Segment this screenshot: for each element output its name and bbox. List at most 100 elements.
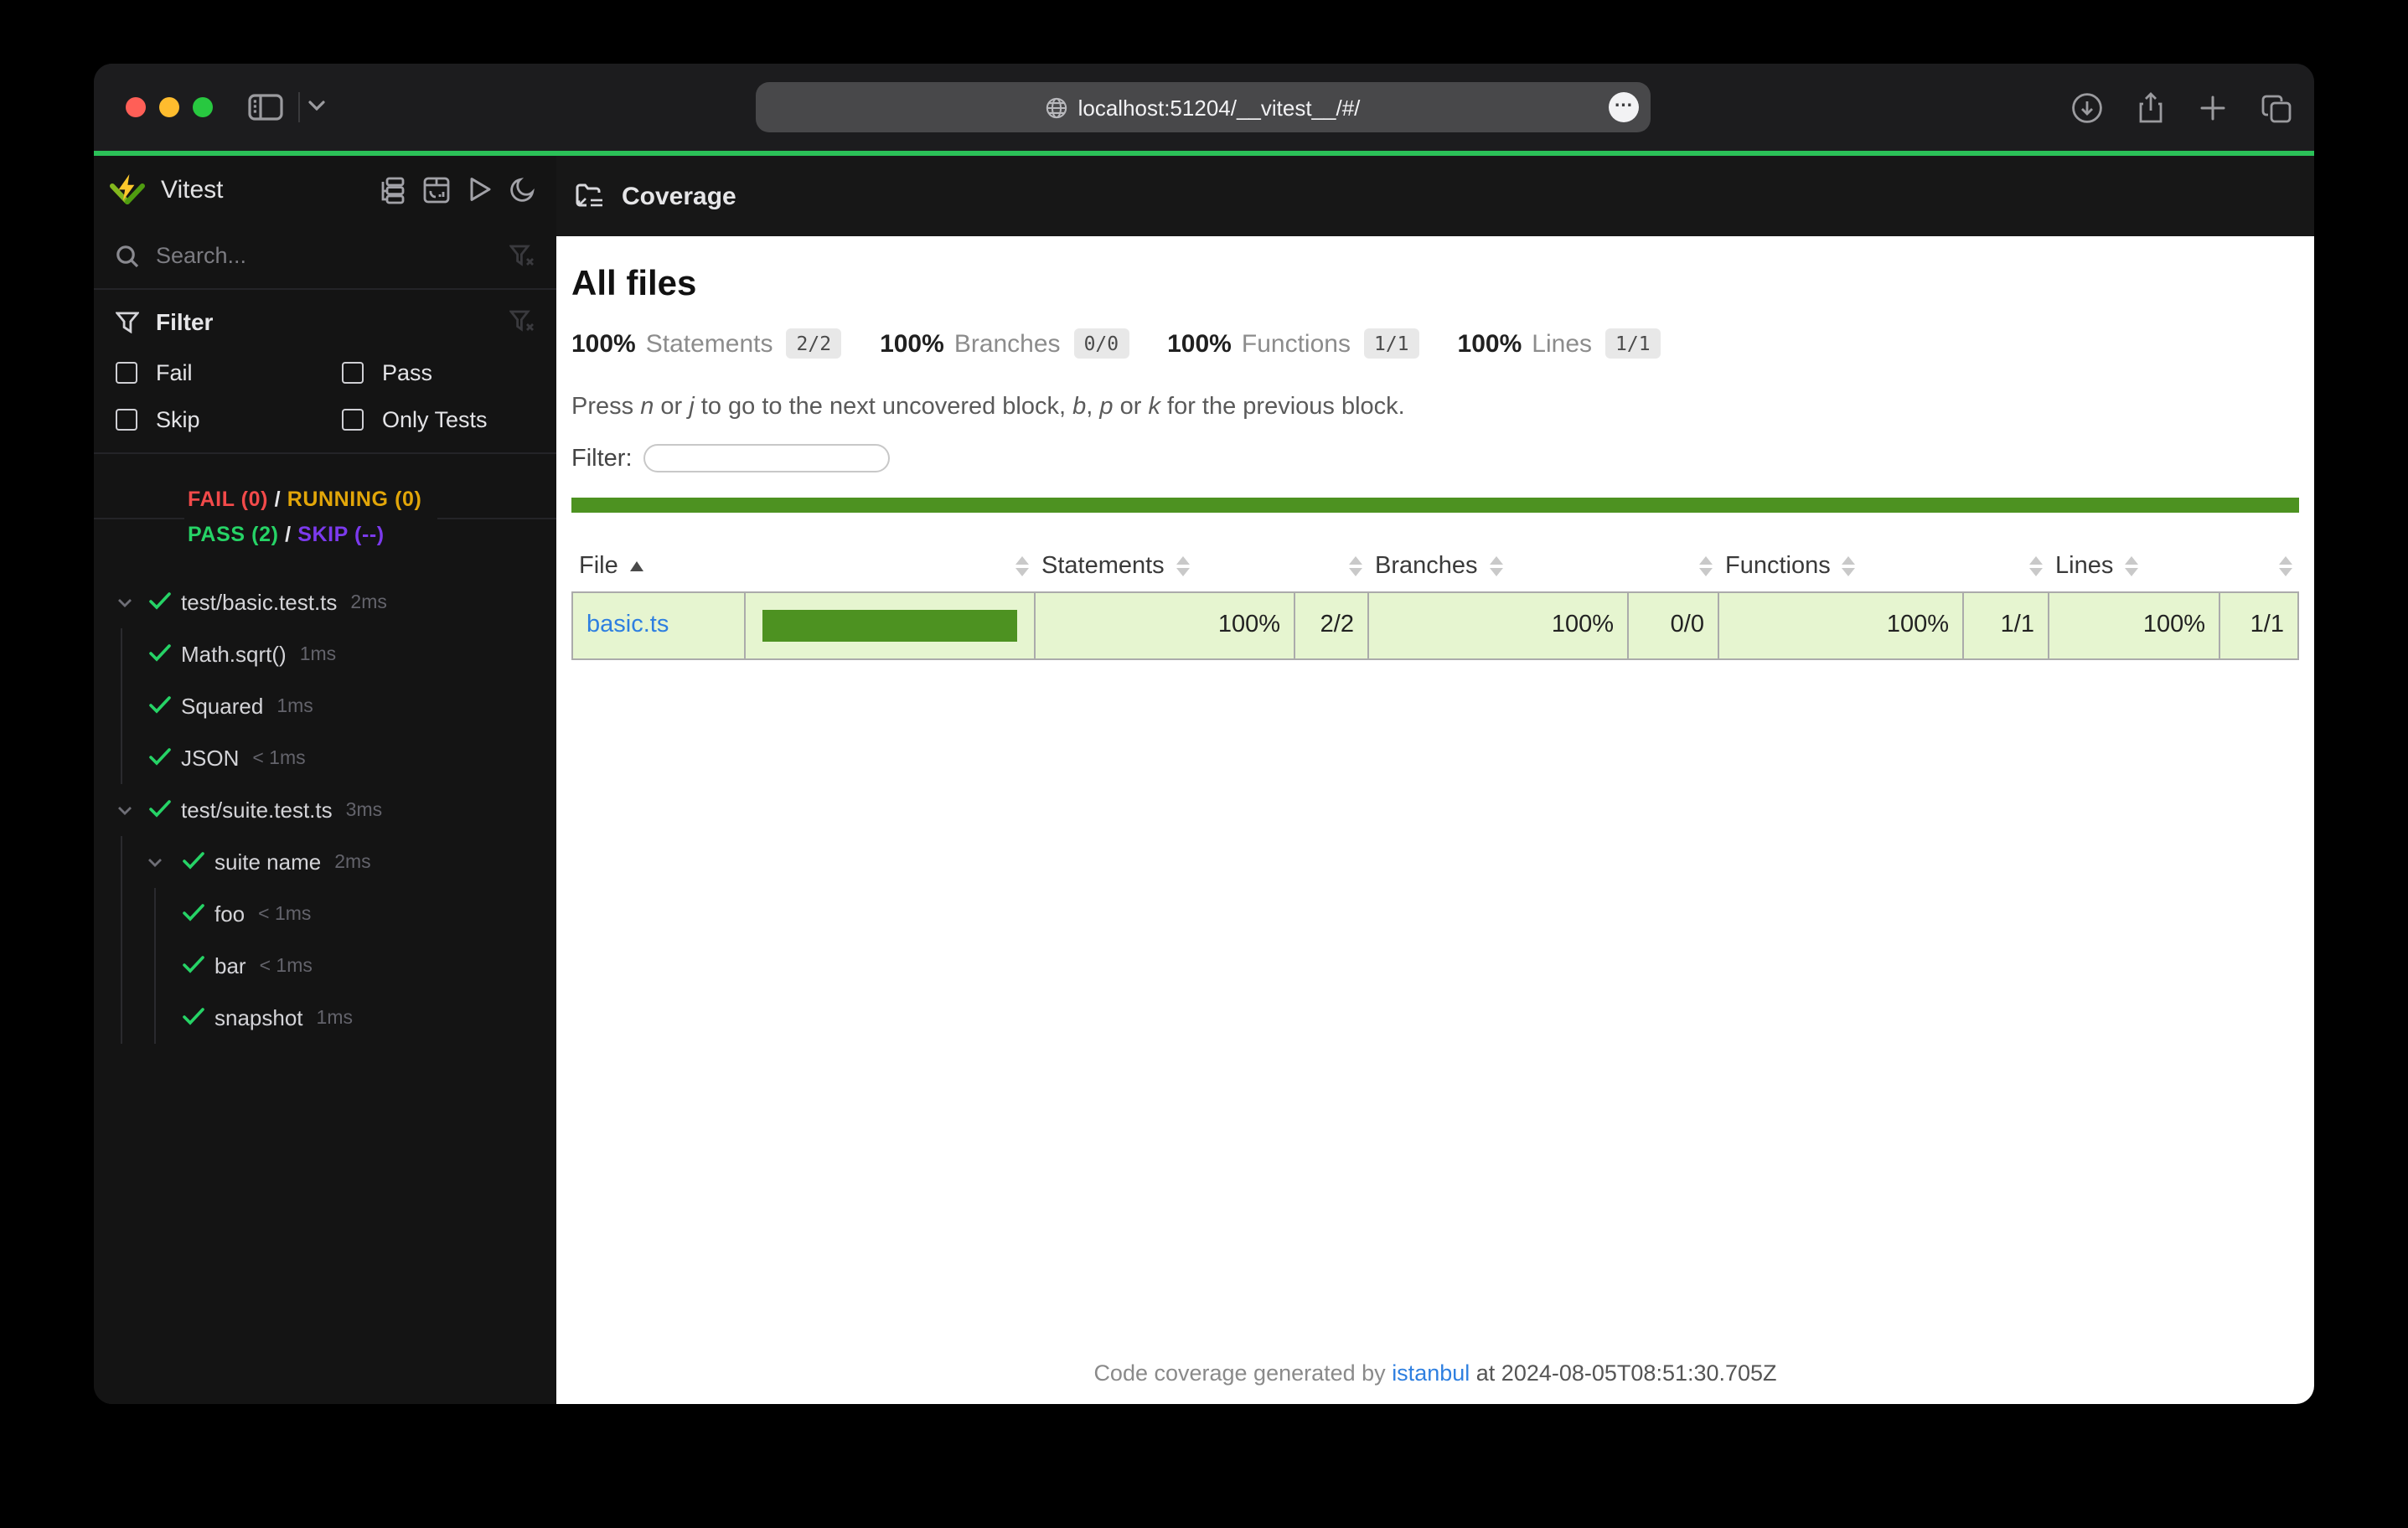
pass-check-icon [149, 643, 171, 662]
url-text: localhost:51204/__vitest__/#/ [1077, 95, 1361, 120]
checkbox-skip[interactable]: Skip [116, 407, 342, 432]
tree-row-suite[interactable]: suite name 2ms [94, 836, 556, 888]
sort-branches-abs-header[interactable] [1628, 541, 1718, 591]
sort-functions-abs-header[interactable] [1963, 541, 2049, 591]
chevron-down-icon[interactable] [117, 598, 132, 608]
coverage-table: File Statements Branches Functions Lines [571, 541, 2299, 659]
tree-row-test[interactable]: bar < 1ms [94, 940, 556, 992]
search-bar[interactable]: Search... [94, 223, 556, 290]
vitest-logo-icon [109, 172, 146, 207]
checkbox-box[interactable] [342, 409, 364, 431]
sort-file-header[interactable]: File [572, 541, 745, 591]
sorter-icon[interactable] [1015, 555, 1028, 576]
coverage-panel-title: Coverage [622, 182, 736, 210]
chevron-down-icon[interactable] [308, 101, 325, 111]
clear-filter-icon[interactable] [509, 310, 535, 333]
downloads-icon[interactable] [2071, 92, 2103, 124]
sorter-icon[interactable] [2125, 555, 2139, 576]
pass-check-icon [149, 695, 171, 714]
coverage-filter-label: Filter: [571, 445, 633, 472]
minimize-button[interactable] [159, 97, 179, 117]
tree-row-file[interactable]: test/basic.test.ts 2ms [94, 576, 556, 628]
new-tab-icon[interactable] [2199, 92, 2227, 124]
keyboard-hint: Press n or j to go to the next uncovered… [571, 394, 1405, 421]
coverage-report-icon [575, 182, 605, 210]
sidebar-toggle-icon[interactable] [248, 94, 283, 121]
checkbox-label: Pass [382, 360, 433, 385]
summary-functions: 100% Functions 1/1 [1167, 328, 1419, 359]
test-label: Math.sqrt() [181, 642, 287, 667]
summary-branches: 100% Branches 0/0 [880, 328, 1129, 359]
globe-icon [1046, 96, 1068, 118]
coverage-panel-header: Coverage [556, 156, 2314, 236]
test-duration: < 1ms [252, 748, 306, 768]
file-link[interactable]: basic.ts [586, 612, 669, 638]
fraction-badge: 0/0 [1073, 328, 1129, 359]
sorter-icon[interactable] [2278, 555, 2292, 576]
sort-functions-header[interactable]: Functions [1718, 541, 1963, 591]
tree-view-icon[interactable] [377, 175, 406, 204]
pass-check-icon [149, 799, 171, 818]
chevron-down-icon[interactable] [117, 806, 132, 816]
sorter-icon[interactable] [2028, 555, 2042, 576]
fraction-badge: 1/1 [1363, 328, 1419, 359]
tree-row-file[interactable]: test/suite.test.ts 3ms [94, 784, 556, 836]
running-count: RUNNING (0) [287, 488, 422, 511]
sorter-icon[interactable] [1489, 555, 1503, 576]
sort-lines-abs-header[interactable] [2219, 541, 2298, 591]
dark-mode-icon[interactable] [509, 175, 536, 204]
test-duration: 1ms [316, 1008, 353, 1028]
tab-overview-icon[interactable] [2261, 92, 2292, 124]
test-duration: 2ms [334, 852, 371, 872]
test-label: test/suite.test.ts [181, 798, 333, 823]
sort-statements-header[interactable]: Statements [1035, 541, 1294, 591]
branches-pct-cell: 100% [1367, 591, 1629, 659]
test-duration: 1ms [276, 696, 313, 716]
run-all-icon[interactable] [468, 175, 493, 204]
share-icon[interactable] [2137, 92, 2165, 124]
close-button[interactable] [126, 97, 146, 117]
pass-check-icon [183, 1007, 204, 1025]
chevron-down-icon[interactable] [147, 858, 163, 868]
dashboard-icon[interactable] [422, 175, 451, 204]
tree-row-test[interactable]: Squared 1ms [94, 680, 556, 732]
checkbox-box[interactable] [342, 362, 364, 384]
tree-row-test[interactable]: foo < 1ms [94, 888, 556, 940]
tree-row-test[interactable]: snapshot 1ms [94, 992, 556, 1044]
istanbul-link[interactable]: istanbul [1392, 1360, 1470, 1386]
checkbox-label: Skip [156, 407, 200, 432]
page-settings-button[interactable]: ⋯ [1609, 92, 1639, 122]
tree-row-test[interactable]: Math.sqrt() 1ms [94, 628, 556, 680]
checkbox-pass[interactable]: Pass [342, 360, 535, 385]
checkbox-only-tests[interactable]: Only Tests [342, 407, 535, 432]
functions-pct-cell: 100% [1718, 591, 1964, 659]
sorter-icon[interactable] [1842, 555, 1856, 576]
checkbox-label: Fail [156, 360, 193, 385]
pass-check-icon [149, 747, 171, 766]
test-label: bar [214, 953, 246, 978]
sort-bar-header[interactable] [745, 541, 1035, 591]
sorter-icon[interactable] [1698, 555, 1712, 576]
coverage-filter-input[interactable] [643, 444, 891, 472]
clear-search-filter-icon[interactable] [509, 244, 535, 267]
checkbox-box[interactable] [116, 362, 137, 384]
address-bar[interactable]: localhost:51204/__vitest__/#/ ⋯ [756, 82, 1651, 132]
coverage-bar-fill [762, 609, 1017, 641]
checkbox-box[interactable] [116, 409, 137, 431]
fraction-badge: 1/1 [1605, 328, 1661, 359]
lines-frac-cell: 1/1 [2219, 591, 2299, 659]
pass-check-icon [183, 903, 204, 921]
sorter-icon[interactable] [1176, 555, 1190, 576]
sort-statements-abs-header[interactable] [1294, 541, 1368, 591]
run-status-summary: FAIL (0) / RUNNING (0) PASS (2) / SKIP (… [94, 483, 556, 553]
zoom-button[interactable] [193, 97, 213, 117]
sort-branches-header[interactable]: Branches [1368, 541, 1628, 591]
sorter-icon[interactable] [1348, 555, 1362, 576]
sort-lines-header[interactable]: Lines [2049, 541, 2219, 591]
test-duration: < 1ms [259, 956, 313, 976]
checkbox-fail[interactable]: Fail [116, 360, 342, 385]
titlebar-divider [298, 92, 300, 122]
traffic-lights [126, 97, 213, 117]
tree-row-test[interactable]: JSON < 1ms [94, 732, 556, 784]
pass-count: PASS (2) [188, 523, 279, 546]
